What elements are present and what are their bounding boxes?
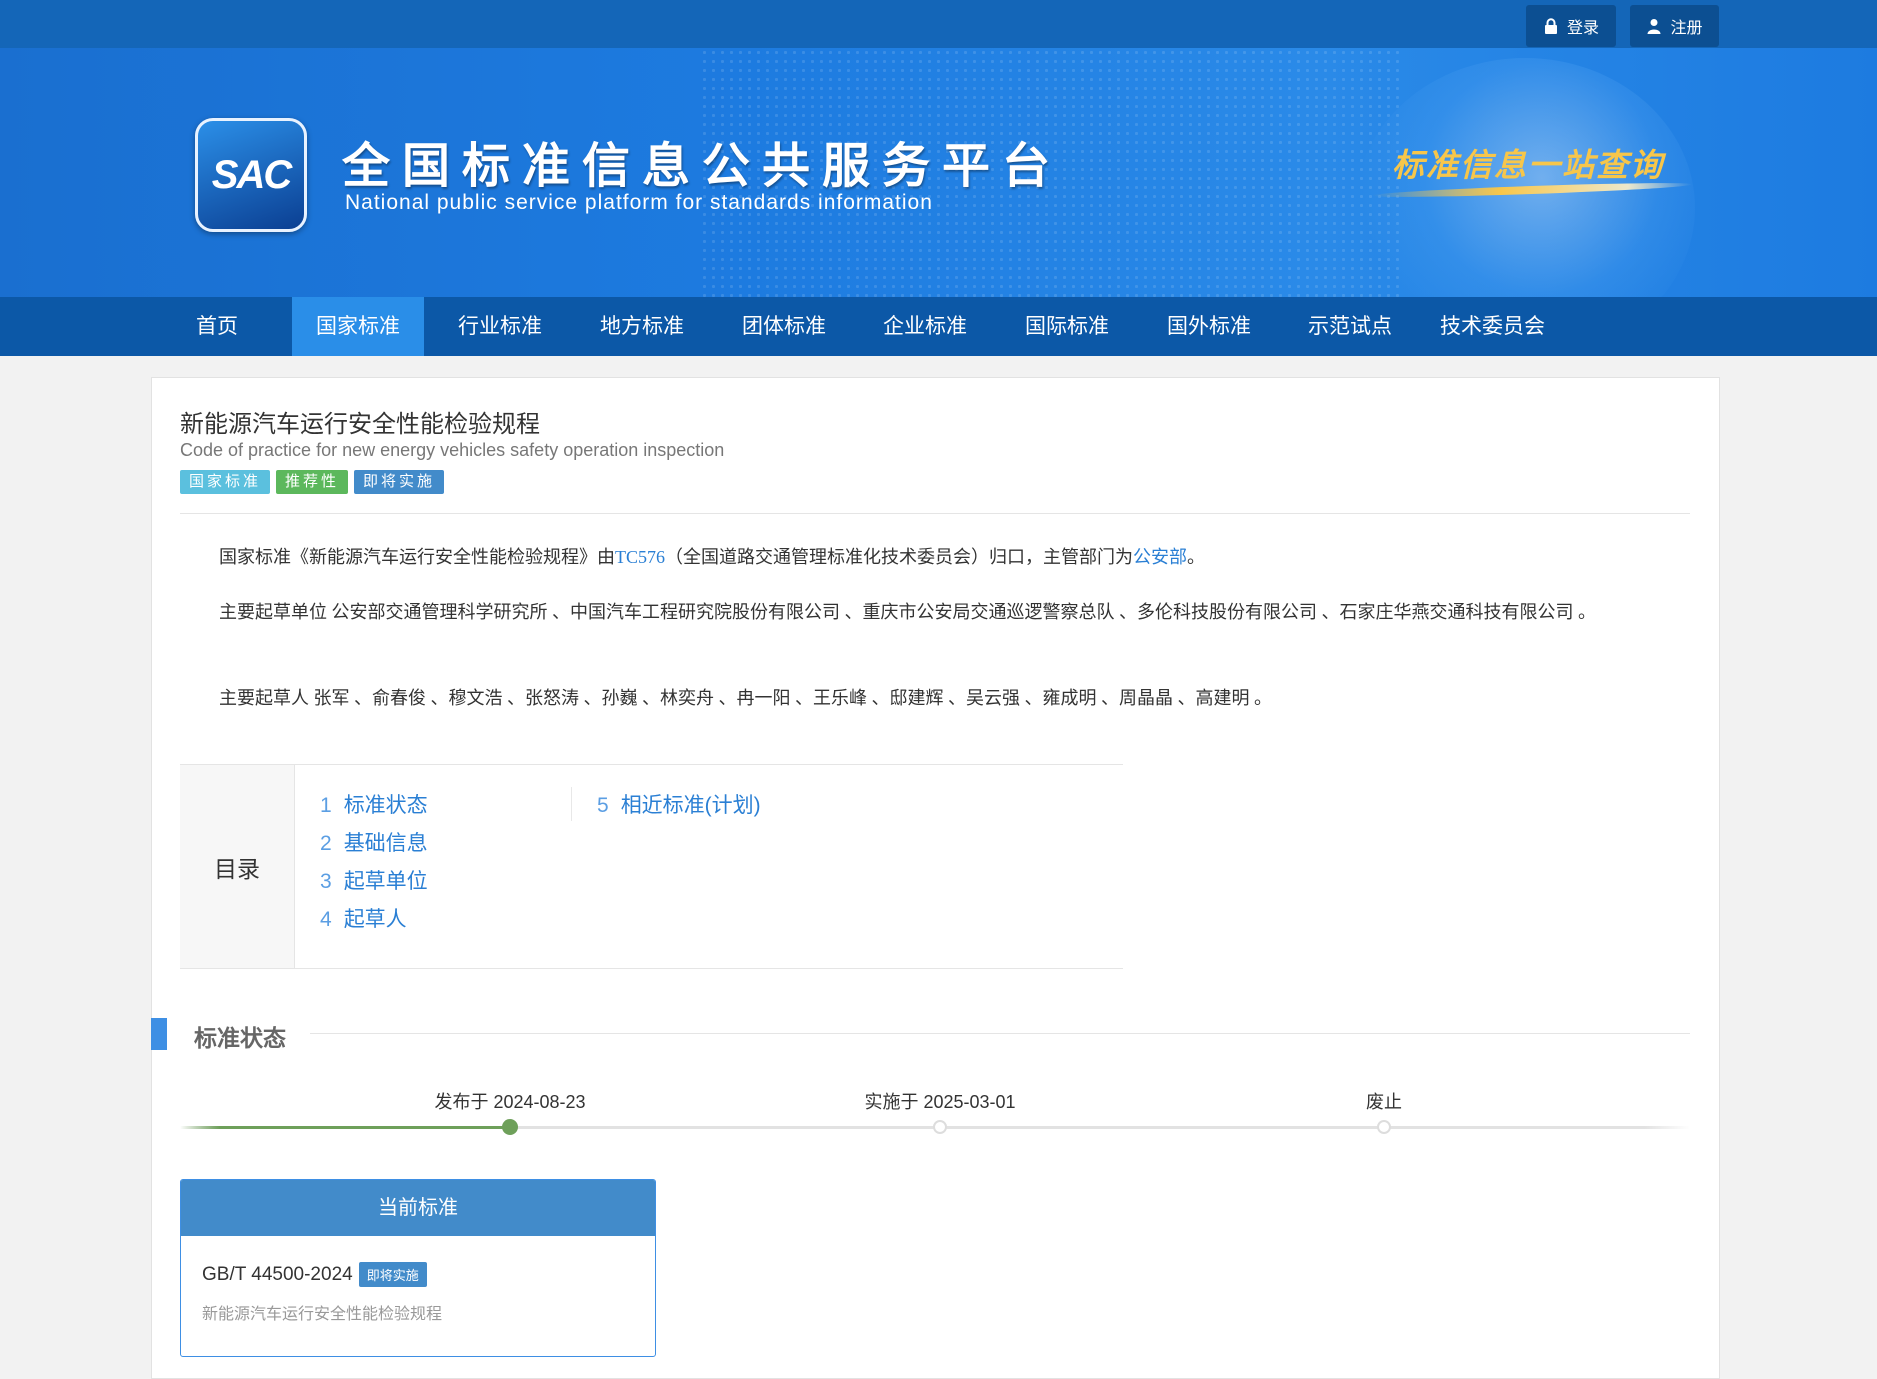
department-link[interactable]: 公安部: [1133, 547, 1187, 567]
table-of-contents: 目录 1 标准状态 2 基础信息 3 起草单位 4 起草人 5 相近标准(计划): [180, 764, 1123, 969]
timeline-label-effective: 实施于 2025-03-01: [864, 1092, 1016, 1112]
intro-paragraph-drafting-units: 主要起草单位 公安部交通管理科学研究所 、中国汽车工程研究院股份有限公司 、重庆…: [219, 602, 1596, 622]
sac-logo[interactable]: SAC: [195, 118, 307, 232]
section-divider: [310, 1033, 1690, 1034]
timeline-label-abolished: 废止: [1366, 1092, 1402, 1112]
timeline-dot-effective: [933, 1120, 947, 1134]
current-standard-name: 新能源汽车运行安全性能检验规程: [202, 1306, 443, 1323]
toc-num: 3: [320, 870, 332, 893]
toc-item-basic-info[interactable]: 2 基础信息: [320, 827, 428, 857]
intro-paragraph-drafters: 主要起草人 张军 、俞春俊 、穆文浩 、张怒涛 、孙巍 、林奕舟 、冉一阳 、王…: [219, 688, 1272, 708]
intro-text: 。: [1187, 547, 1206, 567]
nav-item-national[interactable]: 国家标准: [292, 297, 424, 356]
toc-label: 基础信息: [343, 832, 428, 855]
toc-item-similar-standards[interactable]: 5 相近标准(计划): [597, 789, 761, 819]
toc-num: 2: [320, 832, 332, 855]
toc-label: 标准状态: [343, 794, 428, 817]
timeline-dot-published: [502, 1119, 518, 1135]
nav-item-foreign[interactable]: 国外标准: [1149, 297, 1269, 356]
nav-item-international[interactable]: 国际标准: [1007, 297, 1127, 356]
site-subtitle: National public service platform for sta…: [345, 191, 933, 214]
nav-item-local[interactable]: 地方标准: [582, 297, 702, 356]
section-title-status: 标准状态: [194, 1025, 286, 1051]
intro-text: （全国道路交通管理标准化技术委员会）归口，主管部门为: [665, 547, 1134, 567]
nav-item-committee[interactable]: 技术委员会: [1425, 297, 1560, 356]
toc-label: 相近标准(计划): [620, 794, 761, 817]
toc-label: 起草单位: [343, 870, 428, 893]
standard-title: 新能源汽车运行安全性能检验规程: [180, 411, 540, 438]
nav-item-home[interactable]: 首页: [172, 297, 262, 356]
standard-title-en: Code of practice for new energy vehicles…: [180, 440, 725, 460]
nav-item-enterprise[interactable]: 企业标准: [865, 297, 985, 356]
nav-item-pilot[interactable]: 示范试点: [1290, 297, 1410, 356]
status-badge: 即将实施: [358, 1262, 427, 1287]
toc-body: 1 标准状态 2 基础信息 3 起草单位 4 起草人 5 相近标准(计划): [295, 765, 1123, 968]
toc-label: 起草人: [343, 908, 407, 931]
timeline-label-published: 发布于 2024-08-23: [434, 1092, 586, 1112]
toc-num: 5: [597, 794, 609, 817]
top-bar: 登录 注册: [0, 0, 1877, 48]
committee-link[interactable]: TC576: [615, 547, 665, 567]
register-label: 注册: [1670, 20, 1703, 37]
toc-heading: 目录: [180, 765, 295, 968]
register-button[interactable]: 注册: [1630, 5, 1719, 47]
current-standard-code: GB/T 44500-2024 即将实施: [202, 1262, 427, 1287]
current-standard-heading: 当前标准: [181, 1180, 655, 1236]
standard-detail-card: 新能源汽车运行安全性能检验规程 Code of practice for new…: [151, 377, 1720, 1379]
intro-paragraph-committee: 国家标准《新能源汽车运行安全性能检验规程》由TC576（全国道路交通管理标准化技…: [180, 539, 1690, 576]
user-icon: [1647, 19, 1661, 34]
header-banner: SAC 全国标准信息公共服务平台 National public service…: [0, 48, 1877, 297]
section-marker: [151, 1018, 167, 1050]
login-label: 登录: [1566, 20, 1599, 37]
tag-upcoming: 即将实施: [354, 470, 445, 494]
toc-num: 4: [320, 908, 332, 931]
site-title: 全国标准信息公共服务平台: [342, 140, 1063, 193]
toc-item-drafters[interactable]: 4 起草人: [320, 903, 407, 933]
intro-text: 国家标准《新能源汽车运行安全性能检验规程》由: [219, 547, 615, 567]
slogan: 标准信息一站查询: [1392, 147, 1665, 183]
standard-code: GB/T 44500-2024: [202, 1263, 353, 1285]
toc-item-drafting-units[interactable]: 3 起草单位: [320, 865, 428, 895]
title-divider: [180, 513, 1690, 514]
toc-item-status[interactable]: 1 标准状态: [320, 789, 428, 819]
lock-icon: [1544, 18, 1557, 34]
nav-item-group[interactable]: 团体标准: [724, 297, 844, 356]
timeline-dot-abolished: [1377, 1120, 1391, 1134]
login-button[interactable]: 登录: [1526, 5, 1616, 47]
tag-national-standard: 国家标准: [180, 470, 271, 494]
timeline-progress: [180, 1126, 510, 1129]
toc-num: 1: [320, 794, 332, 817]
current-standard-panel[interactable]: 当前标准 GB/T 44500-2024 即将实施 新能源汽车运行安全性能检验规…: [180, 1179, 656, 1357]
nav-item-industry[interactable]: 行业标准: [440, 297, 560, 356]
tag-recommended: 推荐性: [276, 470, 349, 494]
toc-column-separator: [571, 787, 572, 821]
tag-list: 国家标准 推荐性 即将实施: [180, 470, 445, 494]
main-nav: 首页 国家标准 行业标准 地方标准 团体标准 企业标准 国际标准 国外标准 示范…: [0, 297, 1877, 356]
